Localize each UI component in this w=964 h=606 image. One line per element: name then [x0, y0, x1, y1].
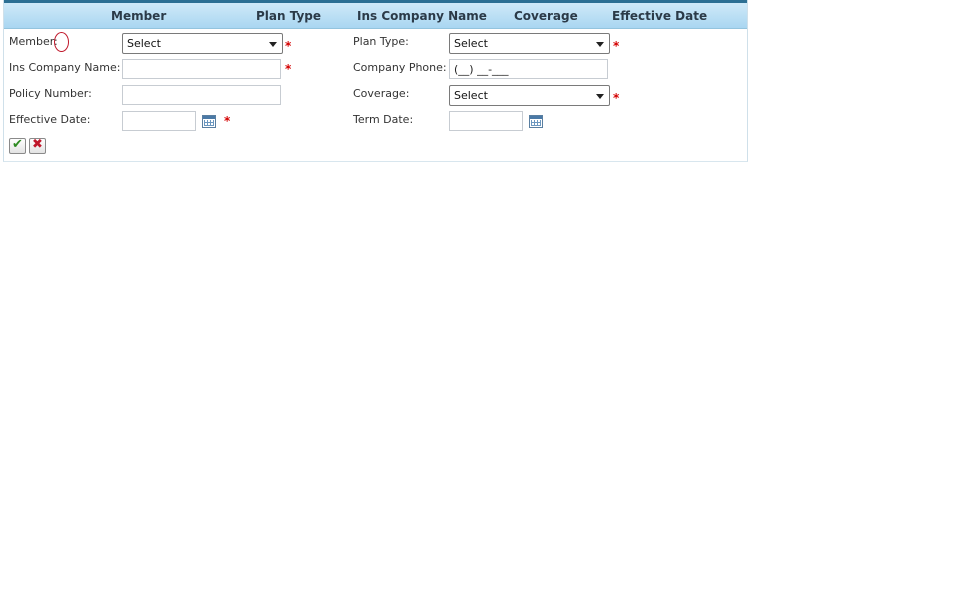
- ins-company-name-label: Ins Company Name:: [9, 61, 121, 74]
- chevron-down-icon: [596, 42, 604, 47]
- coverage-select-value: Select: [454, 89, 488, 102]
- ins-company-name-input[interactable]: [122, 59, 281, 79]
- plan-type-select[interactable]: Select: [449, 33, 610, 54]
- policy-number-label: Policy Number:: [9, 87, 92, 100]
- chevron-down-icon: [596, 94, 604, 99]
- calendar-icon[interactable]: [529, 115, 543, 128]
- company-phone-input[interactable]: (__) __-___: [449, 59, 608, 79]
- member-required-marker: *: [285, 39, 292, 53]
- effective-date-label: Effective Date:: [9, 113, 91, 126]
- plan-type-select-value: Select: [454, 37, 488, 50]
- header-ins-company-name[interactable]: Ins Company Name: [357, 9, 487, 23]
- member-select-value: Select: [127, 37, 161, 50]
- term-date-input[interactable]: [449, 111, 523, 131]
- policy-number-input[interactable]: [122, 85, 281, 105]
- cancel-button[interactable]: ✖: [29, 137, 46, 154]
- company-phone-label: Company Phone:: [353, 61, 447, 74]
- plan-type-required-marker: *: [613, 39, 620, 53]
- grid-header: Member Plan Type Ins Company Name Covera…: [4, 3, 747, 29]
- coverage-select[interactable]: Select: [449, 85, 610, 106]
- coverage-required-marker: *: [613, 91, 620, 105]
- calendar-icon[interactable]: [202, 115, 216, 128]
- effective-date-required-marker: *: [224, 114, 231, 128]
- ins-company-required-marker: *: [285, 62, 292, 76]
- check-icon: ✔: [12, 137, 23, 152]
- coverage-label: Coverage:: [353, 87, 410, 100]
- chevron-down-icon: [269, 42, 277, 47]
- effective-date-input[interactable]: [122, 111, 196, 131]
- company-phone-mask: (__) __-___: [454, 63, 509, 76]
- header-effective-date[interactable]: Effective Date: [612, 9, 707, 23]
- member-label: Member:: [9, 35, 58, 48]
- header-coverage[interactable]: Coverage: [514, 9, 578, 23]
- term-date-label: Term Date:: [353, 113, 414, 126]
- insurance-edit-panel: Member Plan Type Ins Company Name Covera…: [3, 0, 748, 162]
- plan-type-label: Plan Type:: [353, 35, 409, 48]
- member-select[interactable]: Select: [122, 33, 283, 54]
- save-button[interactable]: ✔: [9, 137, 26, 154]
- annotation-circle: [54, 32, 69, 52]
- x-icon: ✖: [32, 137, 43, 152]
- header-plan-type[interactable]: Plan Type: [256, 9, 321, 23]
- header-member[interactable]: Member: [111, 9, 166, 23]
